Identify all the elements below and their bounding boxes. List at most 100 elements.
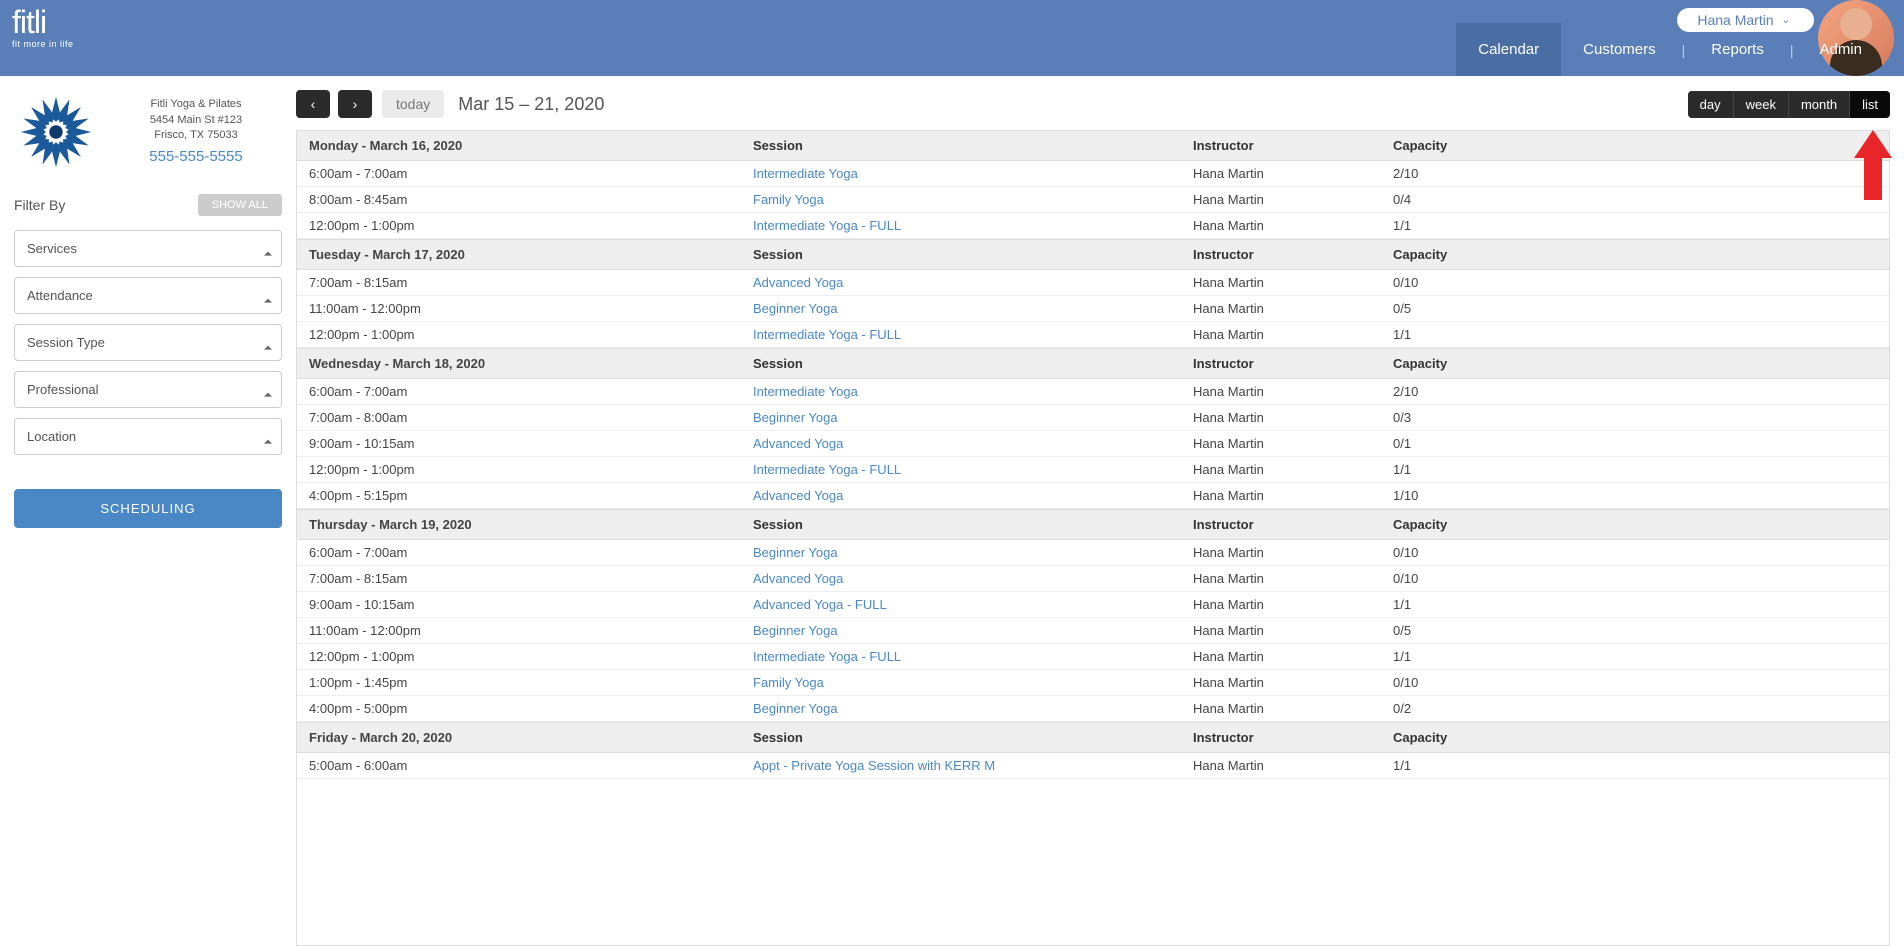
chevron-left-icon: ‹: [311, 96, 316, 112]
row-time: 1:00pm - 1:45pm: [309, 675, 753, 690]
view-day-button[interactable]: day: [1688, 91, 1733, 118]
row-capacity: 0/4: [1393, 192, 1877, 207]
session-link[interactable]: Beginner Yoga: [753, 301, 838, 316]
view-switcher: day week month list: [1688, 91, 1890, 118]
row-time: 4:00pm - 5:15pm: [309, 488, 753, 503]
schedule-row: 11:00am - 12:00pmBeginner Yoga Hana Marti…: [297, 296, 1889, 322]
header-session: Session: [753, 356, 1193, 371]
day-header: Monday - March 16, 2020SessionInstructor…: [297, 131, 1889, 161]
header-capacity: Capacity: [1393, 730, 1877, 745]
row-instructor: Hana Martin: [1193, 597, 1393, 612]
day-header: Wednesday - March 18, 2020SessionInstruc…: [297, 348, 1889, 379]
schedule-row: 12:00pm - 1:00pmIntermediate Yoga - FULL…: [297, 644, 1889, 670]
view-week-button[interactable]: week: [1733, 91, 1788, 118]
row-time: 9:00am - 10:15am: [309, 436, 753, 451]
row-time: 5:00am - 6:00am: [309, 758, 753, 773]
row-capacity: 1/10: [1393, 488, 1877, 503]
show-all-button[interactable]: SHOW ALL: [198, 194, 282, 216]
header-instructor: Instructor: [1193, 247, 1393, 262]
nav-calendar[interactable]: Calendar: [1456, 23, 1561, 76]
row-instructor: Hana Martin: [1193, 327, 1393, 342]
main-nav: Calendar Customers | Reports | Admin: [1456, 23, 1884, 76]
header-session: Session: [753, 517, 1193, 532]
day-label: Thursday - March 19, 2020: [309, 517, 753, 532]
session-link[interactable]: Advanced Yoga: [753, 275, 843, 290]
schedule-row: 12:00pm - 1:00pmIntermediate Yoga - FULL…: [297, 213, 1889, 239]
row-capacity: 0/10: [1393, 571, 1877, 586]
row-instructor: Hana Martin: [1193, 758, 1393, 773]
nav-customers[interactable]: Customers: [1561, 23, 1678, 76]
session-link[interactable]: Intermediate Yoga: [753, 384, 858, 399]
chevron-right-icon: ›: [353, 96, 358, 112]
today-button[interactable]: today: [382, 90, 444, 118]
brand-name: fitli: [12, 8, 74, 37]
row-instructor: Hana Martin: [1193, 675, 1393, 690]
prev-button[interactable]: ‹: [296, 90, 330, 118]
row-instructor: Hana Martin: [1193, 436, 1393, 451]
session-link[interactable]: Intermediate Yoga - FULL: [753, 327, 901, 342]
session-link[interactable]: Intermediate Yoga - FULL: [753, 649, 901, 664]
row-capacity: 2/10: [1393, 384, 1877, 399]
session-link[interactable]: Beginner Yoga: [753, 545, 838, 560]
day-header: Thursday - March 19, 2020SessionInstruct…: [297, 509, 1889, 540]
session-link[interactable]: Family Yoga: [753, 192, 824, 207]
row-time: 9:00am - 10:15am: [309, 597, 753, 612]
row-instructor: Hana Martin: [1193, 301, 1393, 316]
row-instructor: Hana Martin: [1193, 166, 1393, 181]
session-link[interactable]: Intermediate Yoga - FULL: [753, 218, 901, 233]
next-button[interactable]: ›: [338, 90, 372, 118]
header-capacity: Capacity: [1393, 247, 1877, 262]
session-type-select[interactable]: Session Type: [14, 324, 282, 361]
business-logo[interactable]: [14, 90, 98, 174]
schedule-list[interactable]: Monday - March 16, 2020SessionInstructor…: [296, 130, 1890, 946]
session-link[interactable]: Intermediate Yoga: [753, 166, 858, 181]
header-instructor: Instructor: [1193, 138, 1393, 153]
services-select[interactable]: Services: [14, 230, 282, 267]
nav-reports[interactable]: Reports: [1689, 23, 1786, 76]
row-instructor: Hana Martin: [1193, 649, 1393, 664]
session-link[interactable]: Intermediate Yoga - FULL: [753, 462, 901, 477]
header-instructor: Instructor: [1193, 356, 1393, 371]
header-instructor: Instructor: [1193, 517, 1393, 532]
session-link[interactable]: Beginner Yoga: [753, 410, 838, 425]
session-link[interactable]: Beginner Yoga: [753, 701, 838, 716]
row-time: 8:00am - 8:45am: [309, 192, 753, 207]
attendance-select[interactable]: Attendance: [14, 277, 282, 314]
session-link[interactable]: Advanced Yoga: [753, 488, 843, 503]
nav-separator: |: [1786, 42, 1798, 58]
session-link[interactable]: Advanced Yoga: [753, 571, 843, 586]
header-capacity: Capacity: [1393, 517, 1877, 532]
view-list-button[interactable]: list: [1849, 91, 1890, 118]
nav-admin[interactable]: Admin: [1797, 23, 1884, 76]
business-phone[interactable]: 555-555-5555: [110, 146, 282, 167]
row-time: 6:00am - 7:00am: [309, 545, 753, 560]
brand-tagline: fit more in life: [12, 39, 74, 49]
professional-select[interactable]: Professional: [14, 371, 282, 408]
header-session: Session: [753, 730, 1193, 745]
session-link[interactable]: Advanced Yoga: [753, 436, 843, 451]
session-link[interactable]: Family Yoga: [753, 675, 824, 690]
day-label: Wednesday - March 18, 2020: [309, 356, 753, 371]
row-time: 11:00am - 12:00pm: [309, 301, 753, 316]
calendar-toolbar: ‹ › today Mar 15 – 21, 2020 day week mon…: [296, 90, 1890, 118]
row-time: 4:00pm - 5:00pm: [309, 701, 753, 716]
row-time: 6:00am - 7:00am: [309, 384, 753, 399]
schedule-row: 6:00am - 7:00amBeginner YogaHana Martin0…: [297, 540, 1889, 566]
row-instructor: Hana Martin: [1193, 410, 1393, 425]
business-info: Fitli Yoga & Pilates 5454 Main St #123 F…: [14, 90, 282, 174]
schedule-row: 9:00am - 10:15amAdvanced Yoga - FULL Hana…: [297, 592, 1889, 618]
row-instructor: Hana Martin: [1193, 623, 1393, 638]
schedule-row: 7:00am - 8:15amAdvanced YogaHana Martin0…: [297, 270, 1889, 296]
brand-logo[interactable]: fitli fit more in life: [12, 8, 74, 49]
view-month-button[interactable]: month: [1788, 91, 1849, 118]
session-link[interactable]: Advanced Yoga - FULL: [753, 597, 887, 612]
session-link[interactable]: Beginner Yoga: [753, 623, 838, 638]
business-name: Fitli Yoga & Pilates: [110, 97, 282, 112]
scheduling-button[interactable]: SCHEDULING: [14, 489, 282, 528]
session-link[interactable]: Appt - Private Yoga Session with KERR M: [753, 758, 995, 773]
schedule-row: 4:00pm - 5:00pmBeginner YogaHana Martin0…: [297, 696, 1889, 722]
location-select[interactable]: Location: [14, 418, 282, 455]
row-time: 12:00pm - 1:00pm: [309, 218, 753, 233]
schedule-row: 7:00am - 8:15amAdvanced YogaHana Martin0…: [297, 566, 1889, 592]
top-bar: fitli fit more in life Hana Martin ⌄ Cal…: [0, 0, 1904, 76]
